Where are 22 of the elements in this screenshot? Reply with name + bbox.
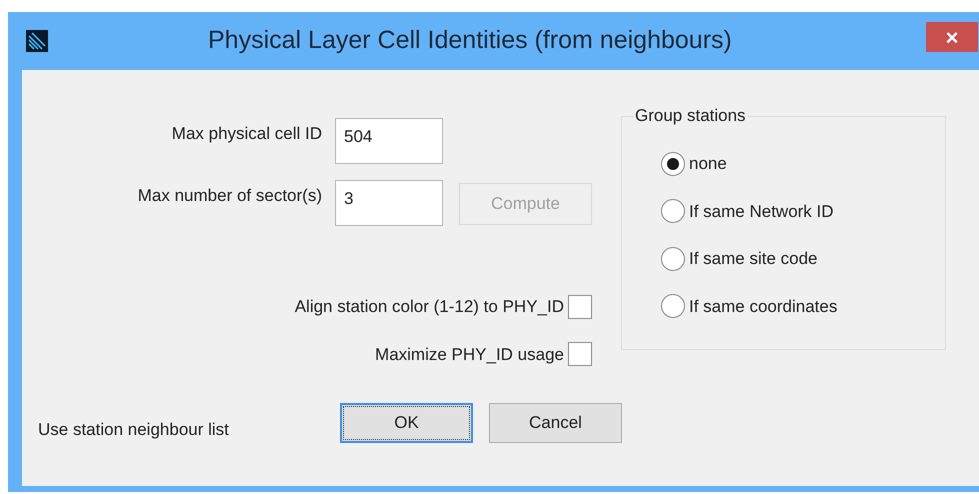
number-field[interactable]: 3 bbox=[335, 180, 443, 226]
field-label: Max physical cell ID bbox=[170, 123, 322, 145]
checkbox[interactable] bbox=[568, 342, 592, 366]
checkbox[interactable] bbox=[568, 294, 592, 319]
field-label: Max number of sector(s) bbox=[136, 185, 322, 207]
window-title: Physical Layer Cell Identities (from neighbours) bbox=[208, 25, 732, 56]
number-field[interactable]: 504 bbox=[335, 118, 443, 164]
radio-label: If same site code bbox=[689, 248, 818, 270]
radio-button[interactable] bbox=[661, 199, 685, 224]
radio-label: none bbox=[689, 153, 727, 175]
checkbox-label: Align station color (1-12) to PHY_ID bbox=[294, 296, 564, 318]
radio-label: If same coordinates bbox=[689, 296, 838, 318]
radio-button[interactable] bbox=[661, 246, 685, 271]
checkbox-label: Maximize PHY_ID usage bbox=[375, 344, 564, 366]
radio-button[interactable] bbox=[661, 152, 685, 176]
app-logo-icon bbox=[26, 30, 48, 52]
close-button[interactable]: × bbox=[926, 22, 978, 52]
radio-button[interactable] bbox=[661, 294, 685, 318]
ok-button[interactable]: OK bbox=[340, 403, 473, 443]
neighbour-list-label: Use station neighbour list bbox=[38, 419, 230, 441]
radio-label: If same Network ID bbox=[689, 200, 834, 222]
cancel-button[interactable]: Cancel bbox=[489, 403, 622, 443]
